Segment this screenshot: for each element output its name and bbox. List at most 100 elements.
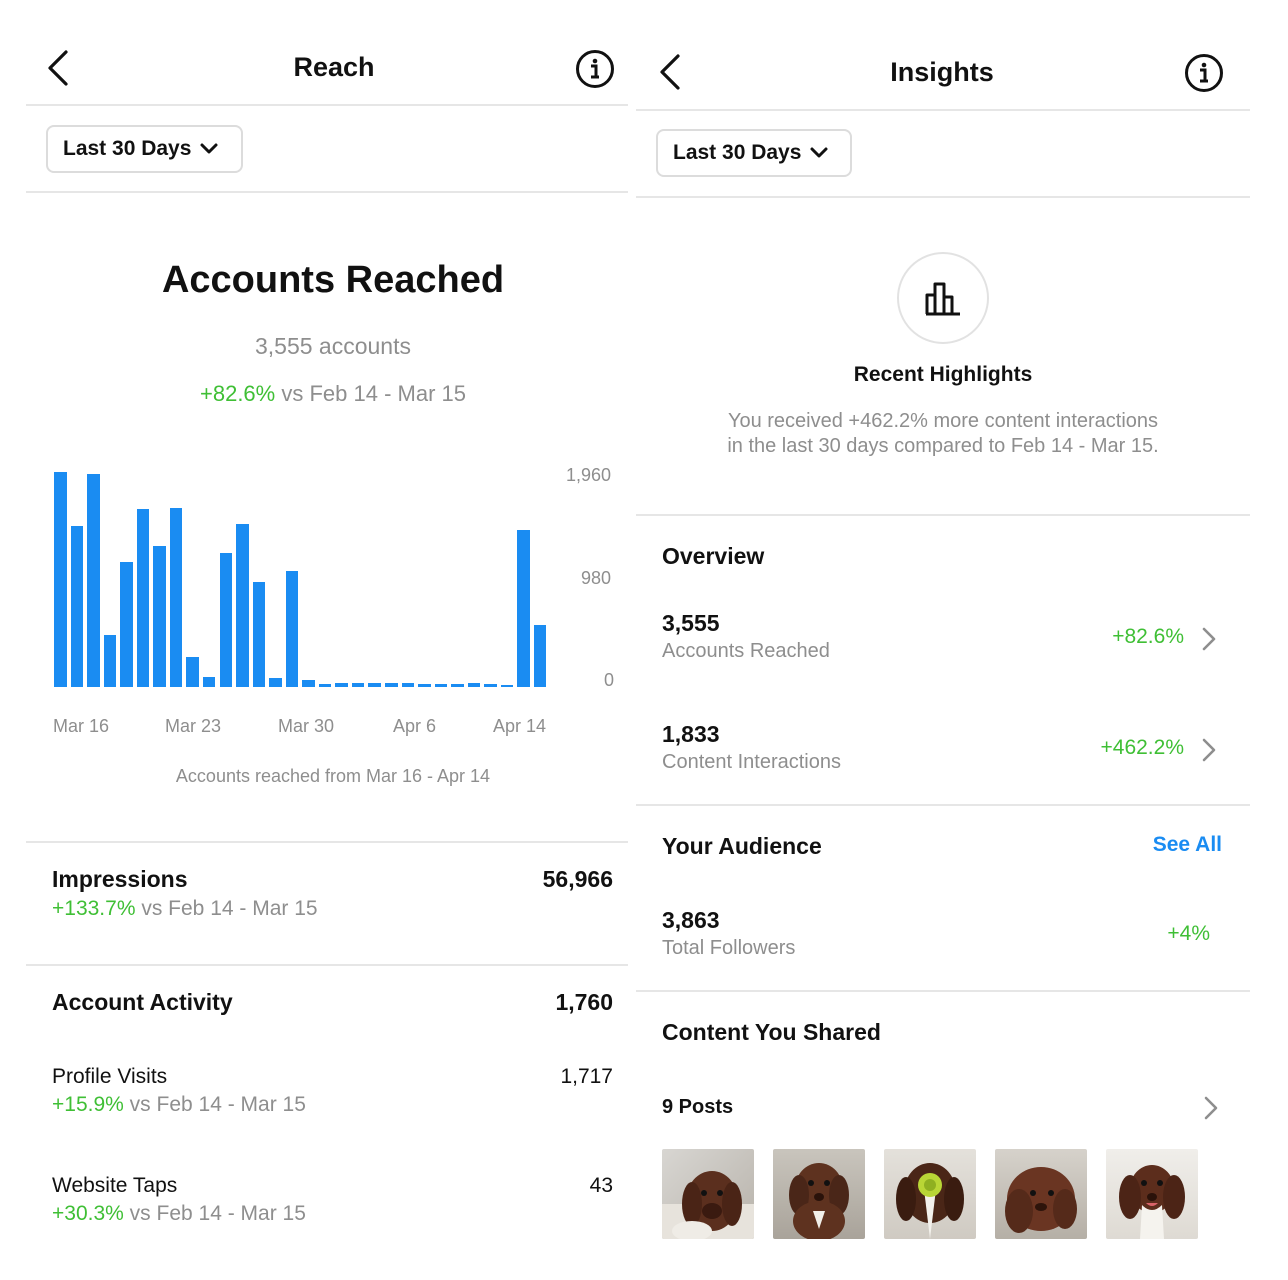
insights-panel: Insights Last 30 Days Recent Highlights … bbox=[636, 0, 1288, 1280]
highlights-title: Recent Highlights bbox=[853, 363, 1033, 386]
dog-photo-image bbox=[662, 1171, 754, 1239]
reach-compare: vs Feb 14 - Mar 15 bbox=[281, 381, 466, 406]
account-activity-value: 1,760 bbox=[555, 989, 613, 1015]
section-divider bbox=[26, 841, 628, 843]
impressions-compare: vs Feb 14 - Mar 15 bbox=[141, 897, 318, 920]
chart-bar bbox=[219, 553, 232, 687]
total-followers-value: 3,863 bbox=[662, 907, 720, 933]
profile-visits-compare: vs Feb 14 - Mar 15 bbox=[129, 1093, 306, 1116]
chart-caption: Accounts reached from Mar 16 - Apr 14 bbox=[175, 766, 491, 786]
overview-title: Overview bbox=[662, 543, 765, 569]
page-title: Reach bbox=[293, 52, 375, 82]
chart-bar bbox=[153, 545, 166, 687]
y-tick-label: 1,960 bbox=[566, 465, 612, 485]
filter-divider bbox=[26, 191, 628, 193]
website-taps-change: +30.3% bbox=[52, 1202, 124, 1225]
chart-bar bbox=[385, 683, 398, 687]
page-title: Insights bbox=[890, 57, 994, 87]
y-tick-label: 0 bbox=[604, 670, 615, 690]
accounts-reached-title: Accounts Reached bbox=[161, 259, 505, 301]
chart-bar bbox=[418, 684, 431, 687]
header-divider bbox=[636, 109, 1250, 111]
chart-bar bbox=[451, 684, 464, 687]
dog-photo-image bbox=[896, 1163, 964, 1239]
x-tick-label: Apr 14 bbox=[493, 716, 547, 736]
highlights-text-line2: in the last 30 days compared to Feb 14 -… bbox=[727, 435, 1159, 457]
chart-bar bbox=[368, 683, 381, 687]
profile-visits-change-line: +15.9% vs Feb 14 - Mar 15 bbox=[52, 1093, 306, 1117]
total-followers-label: Total Followers bbox=[662, 937, 796, 959]
accounts-reached-label: Accounts Reached bbox=[662, 640, 830, 662]
impressions-change-line: +133.7% vs Feb 14 - Mar 15 bbox=[52, 897, 318, 921]
reach-panel: Reach Last 30 Days Accounts Reached 3,55… bbox=[0, 0, 640, 1280]
account-activity-label: Account Activity bbox=[52, 989, 233, 1015]
accounts-count: 3,555 accounts bbox=[254, 333, 411, 359]
x-tick-label: Apr 6 bbox=[393, 716, 437, 736]
chart-bar bbox=[269, 678, 282, 687]
chevron-down-icon bbox=[810, 147, 828, 158]
chart-bar bbox=[318, 684, 332, 687]
chart-bar bbox=[236, 524, 249, 687]
x-tick-label: Mar 30 bbox=[278, 716, 335, 736]
back-arrow-icon[interactable] bbox=[656, 52, 686, 92]
accounts-reached-change: +82.6% bbox=[1112, 625, 1184, 648]
accounts-reached-row[interactable]: 3,555 Accounts Reached +82.6% bbox=[636, 600, 1250, 680]
website-taps-compare: vs Feb 14 - Mar 15 bbox=[129, 1202, 306, 1225]
reach-change: +82.6% bbox=[200, 381, 276, 406]
section-divider bbox=[636, 804, 1250, 806]
website-taps-change-line: +30.3% vs Feb 14 - Mar 15 bbox=[52, 1202, 306, 1226]
chevron-right-icon bbox=[1204, 1096, 1218, 1120]
chart-bar bbox=[54, 471, 67, 687]
dog-photo-image bbox=[1005, 1167, 1077, 1233]
back-arrow-icon[interactable] bbox=[44, 48, 74, 88]
see-all-link[interactable]: See All bbox=[1106, 833, 1222, 857]
post-thumbnail[interactable] bbox=[773, 1149, 865, 1239]
date-range-dropdown[interactable]: Last 30 Days bbox=[656, 129, 852, 177]
info-icon[interactable] bbox=[1184, 53, 1224, 93]
posts-row[interactable]: 9 Posts bbox=[636, 1088, 1250, 1128]
date-range-label: Last 30 Days bbox=[63, 137, 192, 160]
chart-bar bbox=[500, 685, 514, 687]
dog-photo-image bbox=[789, 1163, 849, 1239]
chart-bar bbox=[351, 683, 365, 687]
chart-bar bbox=[186, 657, 199, 687]
impressions-label: Impressions bbox=[52, 866, 188, 892]
chart-bar bbox=[401, 683, 415, 687]
chart-bar bbox=[285, 571, 299, 687]
profile-visits-value: 1,717 bbox=[560, 1065, 613, 1088]
section-divider bbox=[636, 990, 1250, 992]
chart-bar bbox=[517, 529, 530, 687]
post-thumbnail[interactable] bbox=[662, 1149, 754, 1239]
chart-bar bbox=[87, 473, 100, 687]
bar-chart-icon bbox=[897, 252, 989, 344]
chevron-down-icon bbox=[200, 143, 218, 154]
chart-bar bbox=[467, 682, 481, 687]
y-tick-label: 980 bbox=[581, 568, 612, 588]
post-thumbnail[interactable] bbox=[1106, 1149, 1198, 1239]
chevron-right-icon bbox=[1202, 627, 1216, 651]
impressions-value: 56,966 bbox=[542, 866, 613, 892]
total-followers-row: 3,863 Total Followers +4% bbox=[636, 897, 1250, 977]
content-interactions-row[interactable]: 1,833 Content Interactions +462.2% bbox=[636, 711, 1250, 791]
post-thumbnail[interactable] bbox=[995, 1149, 1087, 1239]
content-interactions-value: 1,833 bbox=[662, 721, 720, 747]
chart-bar bbox=[302, 679, 315, 687]
content-interactions-label: Content Interactions bbox=[662, 751, 841, 773]
post-thumbnail[interactable] bbox=[884, 1149, 976, 1239]
chevron-right-icon bbox=[1202, 738, 1216, 762]
total-followers-change: +4% bbox=[1167, 922, 1210, 945]
info-icon[interactable] bbox=[575, 49, 615, 89]
reach-change-line: +82.6% vs Feb 14 - Mar 15 bbox=[30, 381, 636, 407]
content-interactions-change: +462.2% bbox=[1100, 736, 1185, 759]
website-taps-label: Website Taps bbox=[52, 1174, 178, 1197]
header-divider bbox=[26, 104, 628, 106]
chart-bar bbox=[120, 561, 133, 687]
chart-bar bbox=[70, 526, 84, 687]
chart-bar bbox=[103, 634, 117, 687]
content-shared-title: Content You Shared bbox=[662, 1019, 881, 1045]
date-range-dropdown[interactable]: Last 30 Days bbox=[46, 125, 243, 173]
chart-bar bbox=[335, 682, 348, 687]
section-divider bbox=[26, 964, 628, 966]
dog-photo-image bbox=[1119, 1165, 1185, 1239]
posts-count: 9 Posts bbox=[662, 1096, 734, 1118]
